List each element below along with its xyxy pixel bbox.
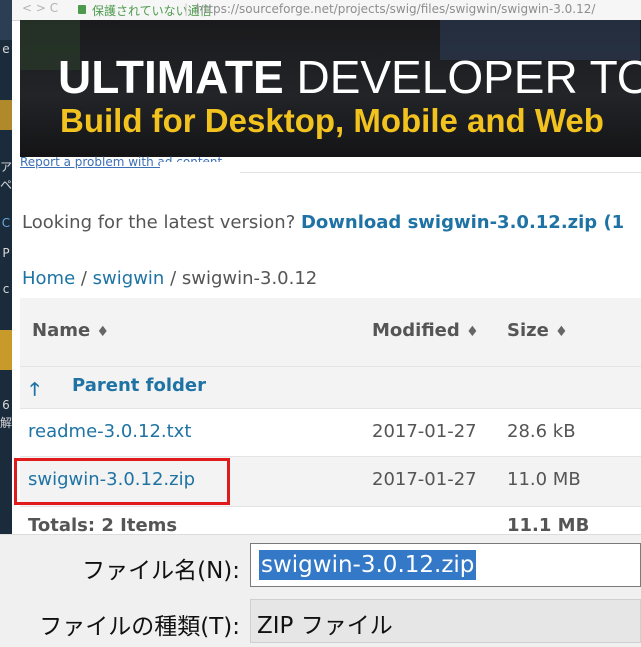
breadcrumb-home[interactable]: Home <box>22 268 75 289</box>
strip-glyph: ア <box>0 160 13 174</box>
filename-input[interactable]: swigwin-3.0.12.zip <box>250 543 641 587</box>
column-header-name[interactable]: Name ♦ <box>32 320 109 341</box>
table-row: readme-3.0.12.txt 2017-01-27 28.6 kB <box>20 408 641 457</box>
filetype-select[interactable]: ZIP ファイル <box>250 599 641 643</box>
column-header-size[interactable]: Size ♦ <box>507 320 568 341</box>
security-status: 保護されていない通信 <box>92 4 212 18</box>
ad-headline: ULTIMATE DEVELOPER TOO <box>58 50 641 104</box>
address-bar[interactable]: < > C 保護されていない通信 | https://sourceforge.n… <box>12 0 641 21</box>
url-text[interactable]: https://sourceforge.net/projects/swig/fi… <box>196 2 595 16</box>
strip-glyph: c <box>2 282 10 296</box>
filetype-label: ファイルの種類(T): <box>39 614 240 640</box>
strip-glyph: P <box>2 246 10 260</box>
sort-icon: ♦ <box>466 324 479 340</box>
sort-icon: ♦ <box>555 324 568 340</box>
breadcrumb-separator: / <box>75 268 93 289</box>
ad-banner[interactable]: ULTIMATE DEVELOPER TOO Build for Desktop… <box>20 20 641 157</box>
strip-glyph: 解 <box>0 416 13 430</box>
file-size: 28.6 kB <box>507 421 576 442</box>
strip-glyph: 6 <box>2 398 10 412</box>
breadcrumb-current: swigwin-3.0.12 <box>181 268 318 289</box>
up-arrow-icon: 🡑 <box>30 379 40 400</box>
sort-icon: ♦ <box>96 324 110 340</box>
parent-folder-row[interactable]: 🡑 Parent folder <box>20 366 641 409</box>
breadcrumb: Home / swigwin / swigwin-3.0.12 <box>22 268 317 289</box>
header-label: Size <box>507 320 549 341</box>
latest-version-notice: Looking for the latest version? Download… <box>22 212 624 233</box>
filename-value[interactable]: swigwin-3.0.12.zip <box>259 550 477 580</box>
download-latest-link[interactable]: Download swigwin-3.0.12.zip (1 <box>301 212 624 233</box>
highlight-box <box>14 458 230 505</box>
notice-text: Looking for the latest version? <box>22 212 301 233</box>
nav-buttons[interactable]: < > C <box>22 1 58 15</box>
ad-subline: Build for Desktop, Mobile and Web <box>60 102 604 139</box>
file-link[interactable]: readme-3.0.12.txt <box>28 421 191 442</box>
table-header: Name ♦ Modified ♦ Size ♦ <box>20 298 641 366</box>
strip-glyph: C <box>1 216 11 230</box>
filename-label: ファイル名(N): <box>82 558 240 584</box>
breadcrumb-swigwin[interactable]: swigwin <box>93 268 165 289</box>
ad-headline-rest: DEVELOPER TOO <box>296 51 641 103</box>
security-icon <box>78 5 86 14</box>
header-label: Modified <box>372 320 460 341</box>
file-size: 11.0 MB <box>507 469 581 490</box>
divider <box>240 172 641 173</box>
parent-folder-link[interactable]: Parent folder <box>72 375 206 396</box>
column-header-modified[interactable]: Modified ♦ <box>372 320 479 341</box>
file-modified: 2017-01-27 <box>372 469 477 490</box>
url-separator: | <box>184 2 189 16</box>
save-dialog: ファイル名(N): swigwin-3.0.12.zip ファイルの種類(T):… <box>0 534 641 647</box>
totals-row: Totals: 2 Items 11.1 MB <box>20 506 641 537</box>
header-label: Name <box>32 320 91 341</box>
strip-glyph: ペ <box>0 178 13 192</box>
file-modified: 2017-01-27 <box>372 421 477 442</box>
breadcrumb-separator: / <box>164 268 182 289</box>
totals-label: Totals: 2 Items <box>28 515 178 536</box>
divider <box>160 162 641 172</box>
background-window-strip: e ア ペ C P c 6 解 <box>0 0 12 540</box>
strip-glyph: e <box>2 42 10 56</box>
ad-headline-bold: ULTIMATE <box>58 51 284 103</box>
totals-size: 11.1 MB <box>507 515 590 536</box>
